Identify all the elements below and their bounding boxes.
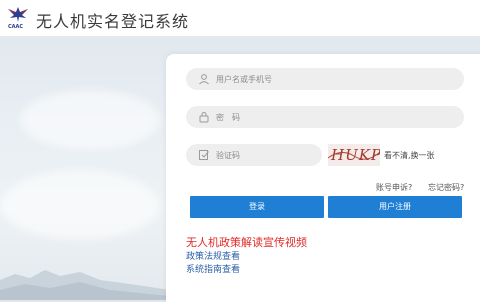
- header-bar: CAAC 无人机实名登记系统: [0, 0, 480, 37]
- captcha-input[interactable]: 验证码: [186, 144, 322, 166]
- password-input[interactable]: 密 码: [186, 106, 464, 128]
- register-button[interactable]: 用户注册: [328, 196, 462, 218]
- cloud-shape: [0, 170, 160, 240]
- password-placeholder: 密 码: [216, 112, 240, 122]
- captcha-text: HUKP: [331, 146, 380, 164]
- cloud-shape: [20, 90, 160, 150]
- logo-text: CAAC: [8, 24, 24, 30]
- mountain-silhouette: [0, 270, 170, 300]
- login-panel: 用户名或手机号 密 码 验证码 HUKP 看不清,换一张 账号申诉? 忘记密码?…: [166, 54, 480, 302]
- login-button[interactable]: 登录: [190, 196, 324, 218]
- caac-logo: CAAC: [6, 4, 30, 32]
- checkbox-edit-icon: [198, 149, 210, 161]
- regulations-link[interactable]: 政策法规查看: [186, 249, 240, 262]
- lock-icon: [198, 111, 210, 123]
- captcha-placeholder: 验证码: [216, 150, 240, 160]
- forgot-password-link[interactable]: 忘记密码?: [428, 182, 464, 193]
- captcha-refresh-link[interactable]: 看不清,换一张: [384, 150, 435, 161]
- username-input[interactable]: 用户名或手机号: [186, 68, 464, 90]
- captcha-image[interactable]: HUKP: [328, 144, 380, 166]
- username-placeholder: 用户名或手机号: [216, 74, 272, 84]
- account-appeal-link[interactable]: 账号申诉?: [376, 182, 412, 193]
- app-title: 无人机实名登记系统: [36, 12, 190, 31]
- user-icon: [198, 73, 210, 85]
- policy-video-link[interactable]: 无人机政策解读宣传视频: [186, 234, 307, 250]
- guide-link[interactable]: 系统指南查看: [186, 262, 240, 275]
